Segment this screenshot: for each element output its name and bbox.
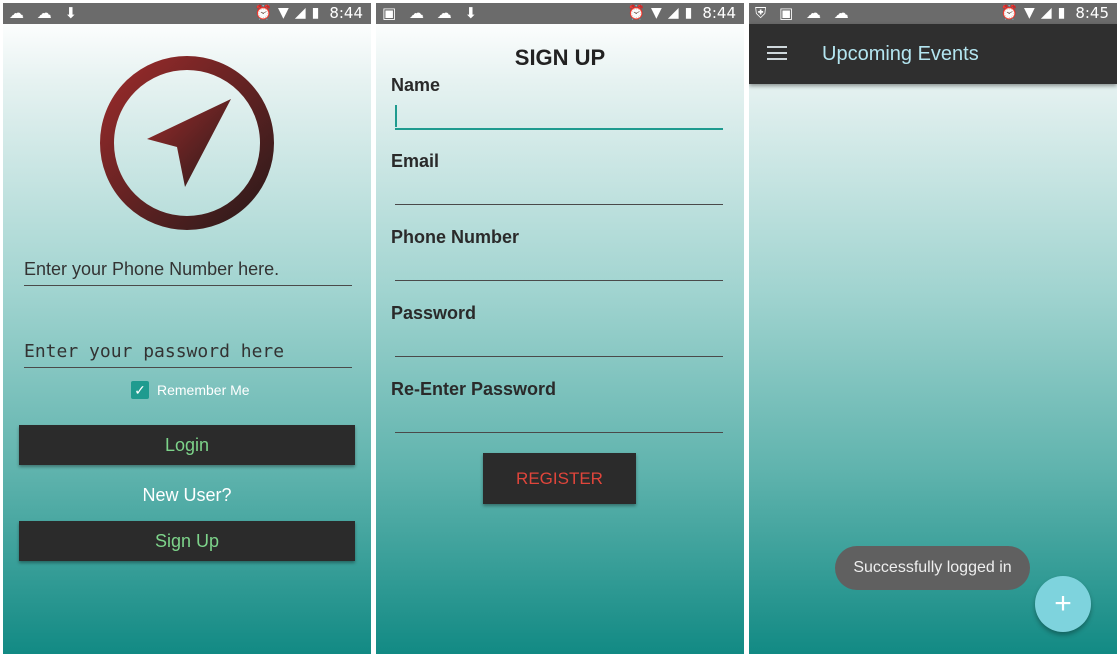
login-screen: ☁ ☁ ⬇ ⏰ ▼ ◢ ▮ 8:44 Enter your Phone Numb… bbox=[3, 3, 371, 654]
compass-logo-icon bbox=[100, 56, 274, 230]
wifi-icon: ▼ bbox=[1024, 5, 1035, 21]
battery-icon: ▮ bbox=[684, 5, 693, 21]
text-cursor bbox=[395, 105, 397, 127]
wifi-icon: ▼ bbox=[651, 5, 662, 21]
signal-icon: ◢ bbox=[294, 5, 306, 21]
reenter-password-field[interactable] bbox=[395, 432, 723, 433]
add-event-button[interactable]: + bbox=[1035, 576, 1091, 632]
signal-icon: ◢ bbox=[1040, 5, 1052, 21]
email-field[interactable] bbox=[395, 204, 723, 205]
clock: 8:45 bbox=[1075, 4, 1109, 22]
notification-icons: ☁ ☁ ⬇ bbox=[9, 4, 82, 22]
status-bar: ☁ ☁ ⬇ ⏰ ▼ ◢ ▮ 8:44 bbox=[3, 3, 371, 24]
hamburger-menu-icon[interactable] bbox=[767, 46, 787, 62]
status-bar: ⛨ ▣ ☁ ☁ ⏰ ▼ ◢ ▮ 8:45 bbox=[749, 3, 1117, 24]
checkbox-checked-icon[interactable]: ✓ bbox=[131, 381, 149, 399]
page-title: SIGN UP bbox=[514, 45, 606, 70]
register-button[interactable]: REGISTER bbox=[483, 453, 636, 504]
notification-icons: ▣ ☁ ☁ ⬇ bbox=[382, 4, 482, 22]
clock: 8:44 bbox=[702, 4, 736, 22]
remember-me-label: Remember Me bbox=[157, 382, 250, 398]
battery-icon: ▮ bbox=[311, 5, 320, 21]
wifi-icon: ▼ bbox=[278, 5, 289, 21]
alarm-icon: ⏰ bbox=[1000, 5, 1019, 21]
password-field[interactable] bbox=[395, 356, 723, 357]
toast-message: Successfully logged in bbox=[835, 546, 1030, 590]
sign-up-button[interactable]: Sign Up bbox=[19, 521, 355, 561]
signal-icon: ◢ bbox=[667, 5, 679, 21]
alarm-icon: ⏰ bbox=[254, 5, 273, 21]
app-bar: Upcoming Events bbox=[749, 24, 1117, 84]
app-bar-title: Upcoming Events bbox=[822, 43, 979, 65]
name-label: Name bbox=[391, 75, 441, 95]
phone-field[interactable] bbox=[395, 280, 723, 281]
password-label: Password bbox=[391, 303, 477, 323]
email-label: Email bbox=[391, 151, 440, 171]
signup-screen: ▣ ☁ ☁ ⬇ ⏰ ▼ ◢ ▮ 8:44 SIGN UP Name Email … bbox=[376, 3, 744, 654]
reenter-password-label: Re-Enter Password bbox=[391, 379, 557, 399]
name-field[interactable] bbox=[395, 128, 723, 130]
notification-icons: ⛨ ▣ ☁ ☁ bbox=[755, 4, 853, 22]
password-input[interactable]: Enter your password here bbox=[24, 341, 352, 368]
remember-me[interactable]: ✓ Remember Me bbox=[131, 381, 250, 399]
phone-input[interactable]: Enter your Phone Number here. bbox=[24, 259, 352, 286]
battery-icon: ▮ bbox=[1057, 5, 1066, 21]
new-user-text: New User? bbox=[142, 485, 232, 505]
clock: 8:44 bbox=[329, 4, 363, 22]
phone-label: Phone Number bbox=[391, 227, 520, 247]
events-screen: ⛨ ▣ ☁ ☁ ⏰ ▼ ◢ ▮ 8:45 Upcoming Events Suc… bbox=[749, 3, 1117, 654]
status-bar: ▣ ☁ ☁ ⬇ ⏰ ▼ ◢ ▮ 8:44 bbox=[376, 3, 744, 24]
login-button[interactable]: Login bbox=[19, 425, 355, 465]
alarm-icon: ⏰ bbox=[627, 5, 646, 21]
